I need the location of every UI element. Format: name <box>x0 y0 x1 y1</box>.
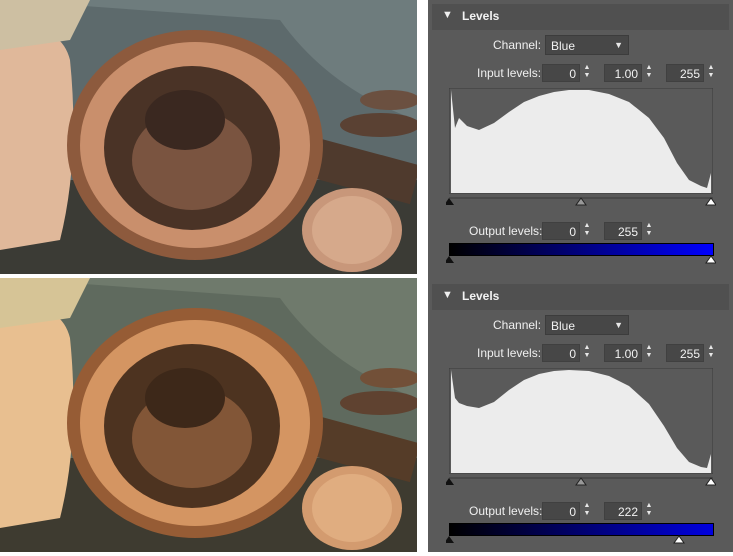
levels-title: Levels <box>462 289 500 303</box>
spin-up-down-icon[interactable]: ▲ ▼ <box>582 64 592 82</box>
levels-panel-adjusted: ▼ Levels Channel: Blue ▼ Input levels: 0… <box>432 284 729 556</box>
output-black-value: 0 <box>569 505 576 519</box>
output-levels-label: Output levels: <box>469 504 543 518</box>
channel-label: Channel: <box>493 38 542 52</box>
output-black-field[interactable]: 0 <box>542 502 580 520</box>
chevron-down-icon[interactable]: ▼ <box>442 289 453 301</box>
black-point-triangle <box>446 256 454 263</box>
input-gamma-value: 1.00 <box>614 347 638 361</box>
channel-select[interactable]: Blue ▼ <box>545 315 629 335</box>
chevron-down-icon: ▼ <box>614 40 623 50</box>
white-point-triangle <box>705 477 716 486</box>
input-levels-label: Input levels: <box>477 66 542 80</box>
output-white-field[interactable]: 255 <box>604 222 642 240</box>
input-black-field[interactable]: 0 <box>542 64 580 82</box>
input-gamma-field[interactable]: 1.00 <box>604 344 642 362</box>
white-point-triangle <box>673 535 685 544</box>
input-white-field[interactable]: 255 <box>666 64 704 82</box>
histogram <box>449 88 713 194</box>
input-levels-label: Input levels: <box>477 346 542 360</box>
input-slider[interactable] <box>446 475 716 489</box>
spin-up-down-icon[interactable]: ▲ ▼ <box>644 64 654 82</box>
input-white-field[interactable]: 255 <box>666 344 704 362</box>
input-black-value: 0 <box>569 347 576 361</box>
output-white-value: 255 <box>617 225 638 239</box>
levels-panel-original: ▼ Levels Channel: Blue ▼ Input levels: 0… <box>432 4 729 276</box>
input-white-value: 255 <box>679 347 700 361</box>
black-point-triangle <box>446 478 454 485</box>
input-black-value: 0 <box>569 67 576 81</box>
spin-up-down-icon[interactable]: ▲ ▼ <box>706 64 716 82</box>
spin-up-down-icon[interactable]: ▲ ▼ <box>644 502 654 520</box>
chevron-down-icon: ▼ <box>614 320 623 330</box>
spin-up-down-icon[interactable]: ▲ ▼ <box>644 222 654 240</box>
histogram <box>449 368 713 474</box>
black-point-triangle <box>446 198 454 205</box>
input-gamma-field[interactable]: 1.00 <box>604 64 642 82</box>
output-white-value: 222 <box>617 505 638 519</box>
output-black-value: 0 <box>569 225 576 239</box>
input-gamma-value: 1.00 <box>614 67 638 81</box>
preview-image-adjusted <box>0 278 417 552</box>
output-black-field[interactable]: 0 <box>542 222 580 240</box>
input-black-field[interactable]: 0 <box>542 344 580 362</box>
gamma-triangle <box>575 477 587 486</box>
preview-image-original <box>0 0 417 274</box>
levels-header[interactable]: ▼ Levels <box>432 284 729 310</box>
channel-label: Channel: <box>493 318 542 332</box>
white-point-triangle <box>705 255 716 264</box>
channel-value: Blue <box>551 39 576 53</box>
output-white-field[interactable]: 222 <box>604 502 642 520</box>
output-slider[interactable] <box>446 534 716 546</box>
spin-up-down-icon[interactable]: ▲ ▼ <box>644 344 654 362</box>
spin-up-down-icon[interactable]: ▲ ▼ <box>582 222 592 240</box>
white-point-triangle <box>705 197 716 206</box>
channel-select[interactable]: Blue ▼ <box>545 35 629 55</box>
spin-up-down-icon[interactable]: ▲ ▼ <box>582 344 592 362</box>
levels-title: Levels <box>462 9 500 23</box>
spin-up-down-icon[interactable]: ▲ ▼ <box>706 344 716 362</box>
spin-up-down-icon[interactable]: ▲ ▼ <box>582 502 592 520</box>
input-slider[interactable] <box>446 195 716 209</box>
chevron-down-icon[interactable]: ▼ <box>442 9 453 21</box>
levels-header[interactable]: ▼ Levels <box>432 4 729 30</box>
channel-value: Blue <box>551 319 576 333</box>
black-point-triangle <box>446 536 454 543</box>
input-white-value: 255 <box>679 67 700 81</box>
output-levels-label: Output levels: <box>469 224 543 238</box>
output-slider[interactable] <box>446 254 716 266</box>
gamma-triangle <box>575 197 587 206</box>
